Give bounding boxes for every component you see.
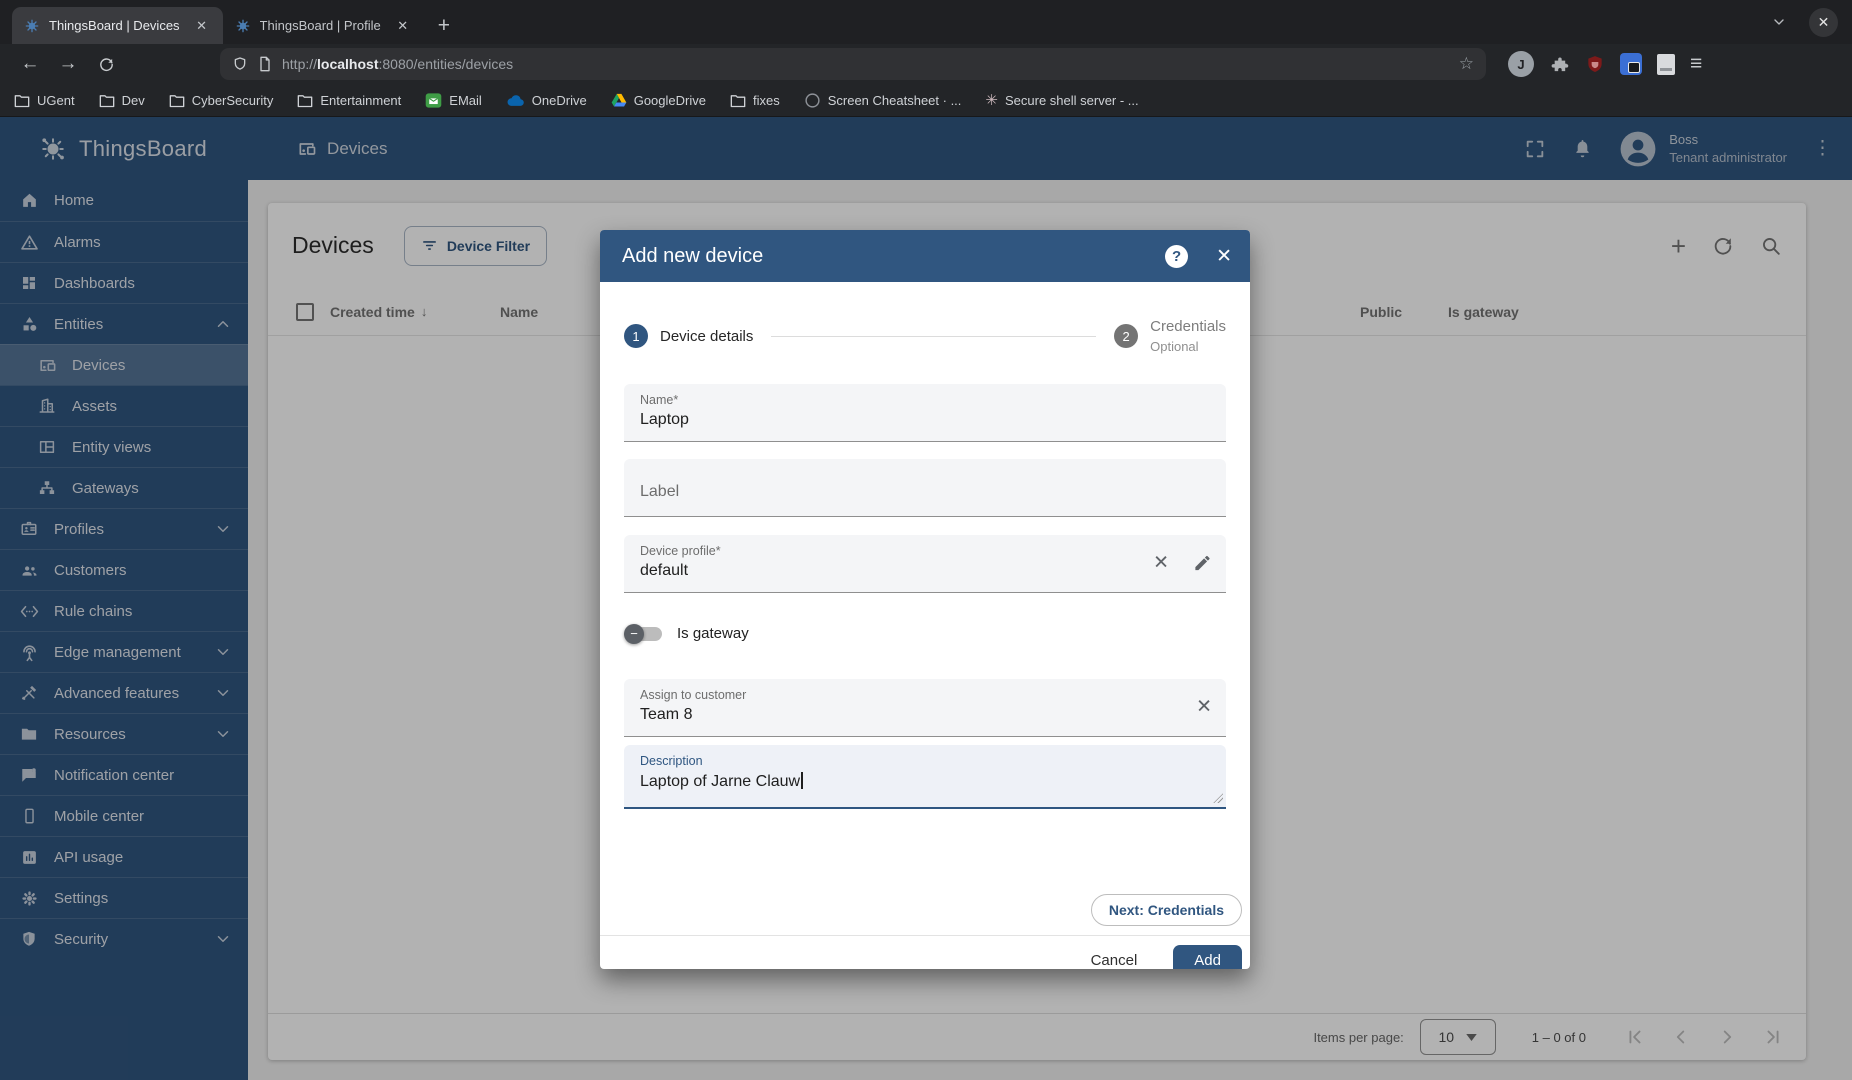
bookmark-onedrive[interactable]: OneDrive bbox=[506, 93, 587, 108]
bookmark-folder-entertainment[interactable]: Entertainment bbox=[297, 93, 401, 108]
device-profile-label: Device profile* bbox=[640, 544, 1210, 558]
device-profile-field[interactable]: Device profile* default ✕ bbox=[624, 535, 1226, 593]
bookmark-folder-dev[interactable]: Dev bbox=[99, 93, 145, 108]
folder-icon bbox=[14, 93, 30, 108]
tab-close-icon[interactable]: ✕ bbox=[394, 17, 412, 35]
bookmark-star-icon[interactable]: ☆ bbox=[1459, 54, 1474, 74]
browser-menu-icon[interactable]: ≡ bbox=[1690, 52, 1702, 76]
browser-toolbar: ← → http://localhost:8080/entities/devic… bbox=[0, 44, 1852, 84]
document-ext-icon[interactable] bbox=[1657, 54, 1675, 75]
name-field[interactable]: Name* Laptop bbox=[624, 384, 1226, 442]
terminal-asterisk-icon: ✳ bbox=[985, 91, 998, 109]
modal-title: Add new device bbox=[622, 245, 1165, 268]
assign-customer-field[interactable]: Assign to customer Team 8 ✕ bbox=[624, 679, 1226, 737]
add-button[interactable]: Add bbox=[1173, 945, 1242, 969]
step-2-label: Credentials bbox=[1150, 316, 1226, 338]
profile-avatar-j[interactable]: J bbox=[1508, 51, 1534, 77]
is-gateway-toggle-row: − Is gateway bbox=[624, 617, 1226, 651]
bookmark-folder-fixes[interactable]: fixes bbox=[730, 93, 780, 108]
assign-customer-value[interactable]: Team 8 bbox=[640, 706, 1210, 724]
mail-icon bbox=[425, 92, 442, 109]
clear-customer-icon[interactable]: ✕ bbox=[1196, 696, 1212, 719]
label-field[interactable]: Label bbox=[624, 459, 1226, 517]
next-credentials-button[interactable]: Next: Credentials bbox=[1091, 894, 1242, 926]
tab-strip: ThingsBoard | Devices ✕ ThingsBoard | Pr… bbox=[0, 0, 1852, 44]
name-field-value[interactable]: Laptop bbox=[640, 411, 1210, 429]
back-button[interactable]: ← bbox=[14, 48, 46, 80]
toggle-thumb-minus-icon: − bbox=[624, 624, 644, 644]
site-shield-icon[interactable] bbox=[232, 56, 248, 72]
address-bar[interactable]: http://localhost:8080/entities/devices ☆ bbox=[220, 48, 1486, 80]
forward-button[interactable]: → bbox=[52, 48, 84, 80]
is-gateway-label: Is gateway bbox=[677, 625, 749, 642]
textarea-resize-handle[interactable] bbox=[1213, 793, 1223, 803]
description-value[interactable]: Laptop of Jarne Clauw bbox=[640, 772, 1210, 791]
password-manager-ext-icon[interactable] bbox=[1620, 53, 1642, 75]
label-field-placeholder: Label bbox=[640, 483, 679, 501]
new-tab-button[interactable]: + bbox=[438, 14, 450, 38]
add-device-modal: Add new device ? ✕ 1 Device details 2 Cr… bbox=[600, 230, 1250, 969]
device-profile-value[interactable]: default bbox=[640, 562, 1210, 580]
is-gateway-toggle[interactable]: − bbox=[626, 627, 662, 641]
reload-button[interactable] bbox=[90, 48, 122, 80]
url-text[interactable]: http://localhost:8080/entities/devices bbox=[282, 56, 1449, 72]
tab-title: ThingsBoard | Devices bbox=[49, 18, 180, 33]
wizard-stepper: 1 Device details 2 Credentials Optional bbox=[624, 316, 1226, 357]
page-doc-icon[interactable] bbox=[258, 56, 272, 72]
edit-pencil-icon[interactable] bbox=[1193, 554, 1212, 573]
onedrive-cloud-icon bbox=[506, 93, 525, 107]
bookmark-folder-cybersecurity[interactable]: CyberSecurity bbox=[169, 93, 274, 108]
extensions-puzzle-icon[interactable] bbox=[1549, 54, 1570, 75]
name-field-label: Name* bbox=[640, 393, 1210, 407]
text-cursor bbox=[801, 772, 803, 789]
cancel-button[interactable]: Cancel bbox=[1081, 946, 1148, 969]
tab-title: ThingsBoard | Profile bbox=[260, 18, 381, 33]
tab-profile[interactable]: ThingsBoard | Profile ✕ bbox=[223, 7, 424, 44]
bookmark-secure-shell[interactable]: ✳ Secure shell server - ... bbox=[985, 91, 1138, 109]
description-label: Description bbox=[640, 754, 1210, 768]
browser-chrome: ThingsBoard | Devices ✕ ThingsBoard | Pr… bbox=[0, 0, 1852, 117]
tab-search-chevron-icon[interactable] bbox=[1771, 14, 1787, 30]
folder-icon bbox=[730, 93, 746, 108]
bookmark-screen-cheatsheet[interactable]: Screen Cheatsheet · ... bbox=[804, 92, 962, 109]
stepper-connector bbox=[771, 336, 1096, 337]
description-field[interactable]: Description Laptop of Jarne Clauw bbox=[624, 745, 1226, 809]
bookmark-email[interactable]: EMail bbox=[425, 92, 482, 109]
bookmark-googledrive[interactable]: GoogleDrive bbox=[611, 93, 706, 108]
tab-devices[interactable]: ThingsBoard | Devices ✕ bbox=[12, 7, 223, 44]
modal-close-icon[interactable]: ✕ bbox=[1216, 245, 1232, 268]
help-icon[interactable]: ? bbox=[1165, 245, 1188, 268]
folder-icon bbox=[99, 93, 115, 108]
github-circle-icon bbox=[804, 92, 821, 109]
assign-customer-label: Assign to customer bbox=[640, 688, 1210, 702]
thingsboard-page: ThingsBoard Devices Boss Tenant administ… bbox=[0, 117, 1852, 1080]
ublock-icon[interactable] bbox=[1585, 54, 1605, 75]
step-1-circle[interactable]: 1 bbox=[624, 324, 648, 348]
thingsboard-favicon bbox=[235, 18, 251, 34]
tab-close-icon[interactable]: ✕ bbox=[193, 17, 211, 35]
bookmark-folder-ugent[interactable]: UGent bbox=[14, 93, 75, 108]
google-drive-icon bbox=[611, 93, 627, 108]
thingsboard-favicon bbox=[24, 18, 40, 34]
clear-profile-icon[interactable]: ✕ bbox=[1153, 552, 1169, 575]
step-2-sublabel: Optional bbox=[1150, 338, 1226, 357]
folder-icon bbox=[297, 93, 313, 108]
folder-icon bbox=[169, 93, 185, 108]
step-1-label: Device details bbox=[660, 328, 753, 345]
step-2-circle[interactable]: 2 bbox=[1114, 324, 1138, 348]
bookmarks-bar: UGent Dev CyberSecurity Entertainment EM… bbox=[0, 84, 1852, 117]
window-close-button[interactable]: ✕ bbox=[1809, 8, 1838, 37]
